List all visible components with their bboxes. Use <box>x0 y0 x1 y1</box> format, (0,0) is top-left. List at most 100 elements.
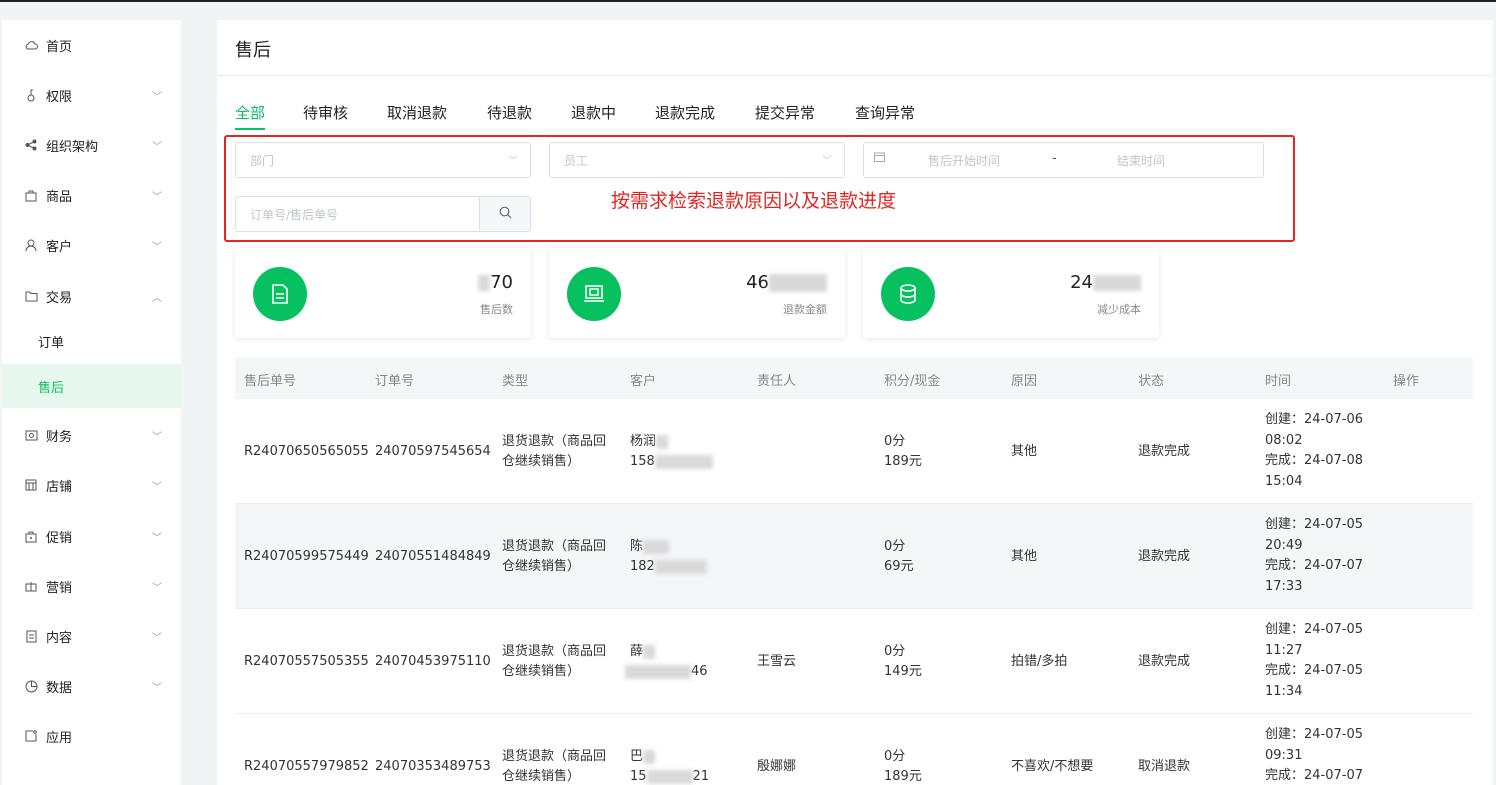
redacted-blur <box>646 769 693 784</box>
sidebar-item-finance[interactable]: 财务 ﹀ <box>2 413 181 457</box>
owner: 王雪云 <box>757 654 797 669</box>
sidebar: 首页 权限 ﹀ 组织架构 ﹀ 商品 ﹀ 客户 ﹀ 交易 ︿ 订单 售后 财务 ﹀… <box>2 20 181 785</box>
chevron-down-icon: ﹀ <box>152 191 162 203</box>
tab-cancel-refund[interactable]: 取消退款 <box>387 102 447 123</box>
customer-phone: 182 <box>630 557 707 577</box>
chevron-down-icon: ﹀ <box>152 91 162 103</box>
created-time: 创建：24-07-05 09:31 <box>1265 727 1364 763</box>
column-header: 客户 <box>630 374 657 389</box>
gift-icon <box>24 579 38 593</box>
cloud-icon <box>24 38 38 52</box>
column-header: 原因 <box>1011 374 1038 389</box>
cash: 189元 <box>884 454 922 469</box>
sidebar-item-promotion[interactable]: 促销 ﹀ <box>2 514 181 558</box>
status: 取消退款 <box>1138 759 1191 774</box>
owner: 殷娜娜 <box>757 759 797 774</box>
sidebar-item-home[interactable]: 首页 <box>2 23 181 67</box>
points: 0分 <box>884 749 906 764</box>
tab-submit-error[interactable]: 提交异常 <box>755 102 815 123</box>
employee-placeholder: 员工 <box>564 154 589 168</box>
tab-refunding[interactable]: 退款中 <box>571 102 616 123</box>
sidebar-item-marketing[interactable]: 营销 ﹀ <box>2 564 181 608</box>
reason: 拍错/多拍 <box>1011 654 1068 669</box>
tab-query-error[interactable]: 查询异常 <box>855 102 915 123</box>
order-search-input[interactable]: 订单号/售后单号 <box>235 196 480 232</box>
sidebar-item-label: 营销 <box>46 580 73 596</box>
date-end-placeholder: 结束时间 <box>1117 154 1166 168</box>
stat-value-text: 46 <box>746 272 769 293</box>
reason: 其他 <box>1011 444 1038 459</box>
status: 退款完成 <box>1138 654 1191 669</box>
chevron-down-icon: ﹀ <box>152 632 162 644</box>
department-placeholder: 部门 <box>250 154 275 168</box>
tab-refund-complete[interactable]: 退款完成 <box>655 102 715 123</box>
tab-pending-review[interactable]: 待审核 <box>303 102 348 123</box>
sidebar-item-label: 促销 <box>46 530 73 546</box>
employee-select[interactable]: 员工 ﹀ <box>549 142 845 178</box>
sidebar-item-permission[interactable]: 权限 ﹀ <box>2 73 181 117</box>
customer-name: 杨润 <box>630 432 669 452</box>
page-title: 售后 <box>235 40 271 61</box>
table-row[interactable]: R24070650565055 24070597545654 退货退款（商品回仓… <box>235 399 1473 504</box>
chevron-down-icon: ﹀ <box>508 156 518 167</box>
main-panel: 售后 全部 待审核 取消退款 待退款 退款中 退款完成 提交异常 查询异常 部门… <box>217 20 1493 785</box>
stat-value: 70 <box>478 272 513 293</box>
cash: 69元 <box>884 559 914 574</box>
redacted-blur <box>1093 275 1141 291</box>
sidebar-item-app[interactable]: 应用 <box>2 714 181 758</box>
chevron-down-icon: ﹀ <box>152 582 162 594</box>
points: 0分 <box>884 539 906 554</box>
column-header: 订单号 <box>375 374 415 389</box>
redacted-blur <box>625 664 691 679</box>
customer-name: 薛 <box>630 642 656 662</box>
tab-pending-refund[interactable]: 待退款 <box>487 102 532 123</box>
document-icon <box>253 267 307 321</box>
pie-chart-icon <box>24 679 38 693</box>
customer-name: 巴 <box>630 747 656 767</box>
sidebar-subitem-label: 订单 <box>38 335 65 351</box>
sidebar-item-product[interactable]: 商品 ﹀ <box>2 173 181 217</box>
annotation-text: 按需求检索退款原因以及退款进度 <box>611 190 897 212</box>
search-icon <box>499 206 512 223</box>
user-icon <box>24 238 38 252</box>
stat-value: 46 <box>746 272 827 293</box>
date-range-picker[interactable]: 售后开始时间 - 结束时间 <box>863 142 1264 178</box>
aftersale-no: R24070599575449 <box>244 549 369 564</box>
sidebar-item-customer[interactable]: 客户 ﹀ <box>2 223 181 267</box>
column-header: 售后单号 <box>244 374 297 389</box>
table-row[interactable]: R24070599575449 24070551484849 退货退款（商品回仓… <box>235 504 1473 609</box>
completed-time: 完成：24-07-08 15:04 <box>1265 453 1364 489</box>
table-row[interactable]: R24070557505355 24070453975110 退货退款（商品回仓… <box>235 609 1473 714</box>
department-select[interactable]: 部门 ﹀ <box>235 142 531 178</box>
tag-icon <box>24 529 38 543</box>
aftersale-type: 退货退款（商品回仓继续销售） <box>502 434 607 469</box>
chevron-down-icon: ﹀ <box>152 241 162 253</box>
column-header: 时间 <box>1265 374 1292 389</box>
order-no: 24070597545654 <box>375 444 491 459</box>
stat-card-refund-amount: 46 退款金额 <box>549 248 845 338</box>
completed-time: 完成：24-07-07 1 <box>1265 768 1364 783</box>
status: 退款完成 <box>1138 549 1191 564</box>
sidebar-item-content[interactable]: 内容 ﹀ <box>2 614 181 658</box>
status: 退款完成 <box>1138 444 1191 459</box>
stat-caption: 退款金额 <box>783 303 827 316</box>
search-button[interactable] <box>480 196 531 232</box>
app-icon <box>24 729 38 743</box>
sidebar-item-label: 首页 <box>46 39 73 55</box>
column-header: 责任人 <box>757 374 797 389</box>
redacted-blur <box>769 274 827 292</box>
sidebar-subitem-order[interactable]: 订单 <box>2 319 181 363</box>
table-row[interactable]: R24070557979852 24070353489753 退货退款（商品回仓… <box>235 714 1473 785</box>
tab-all[interactable]: 全部 <box>235 102 266 130</box>
aftersale-no: R24070557505355 <box>244 654 369 669</box>
sidebar-item-store[interactable]: 店铺 ﹀ <box>2 463 181 507</box>
sidebar-item-data[interactable]: 数据 ﹀ <box>2 664 181 708</box>
cash: 149元 <box>884 664 922 679</box>
column-header: 类型 <box>502 374 529 389</box>
customer-phone: 158 <box>630 452 713 472</box>
redacted-blur <box>656 434 669 449</box>
sidebar-item-trade[interactable]: 交易 ︿ <box>2 274 181 318</box>
chevron-down-icon: ﹀ <box>152 141 162 153</box>
sidebar-subitem-aftersale[interactable]: 售后 <box>2 364 181 408</box>
sidebar-item-organization[interactable]: 组织架构 ﹀ <box>2 123 181 167</box>
